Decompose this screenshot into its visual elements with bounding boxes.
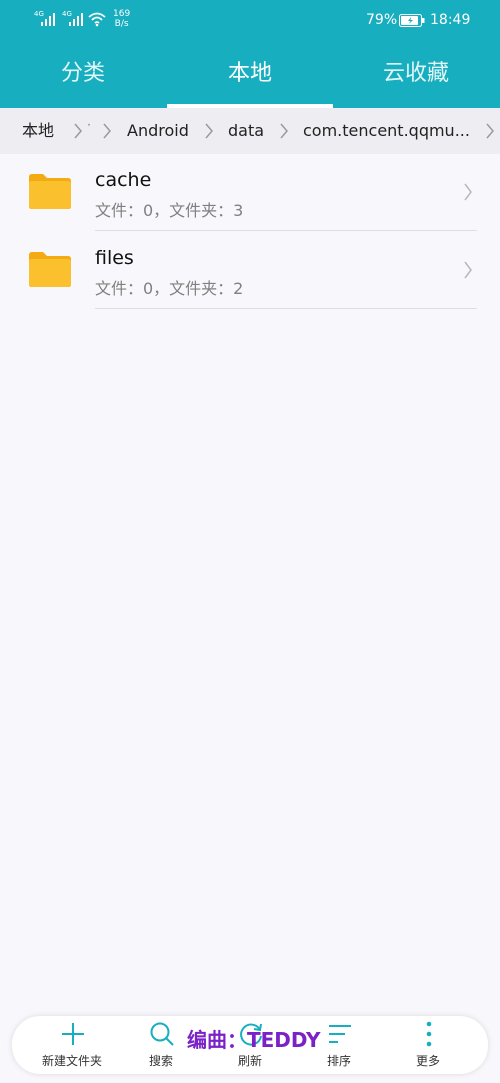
- network-speed: 169 B/s: [113, 9, 130, 29]
- chevron-right-icon: [464, 261, 472, 279]
- breadcrumb-item-local[interactable]: 本地: [22, 108, 54, 154]
- signal-icon: [41, 13, 55, 26]
- breadcrumb-item-data[interactable]: data: [228, 108, 264, 154]
- refresh-label: 刷新: [237, 1054, 262, 1068]
- file-name: files: [95, 247, 134, 269]
- breadcrumb-item-android[interactable]: Android: [127, 108, 189, 154]
- signal-icon: [69, 13, 83, 26]
- sort-label: 排序: [326, 1054, 351, 1068]
- breadcrumb-collapsed-icon[interactable]: ˙: [85, 108, 93, 154]
- battery-icon: [399, 14, 425, 27]
- status-bar: 4G 4G 169 B/s 79% 18:49: [0, 0, 500, 40]
- row-divider: [95, 230, 477, 231]
- file-meta: 文件：0，文件夹：3: [95, 201, 244, 220]
- sort-icon: [329, 1025, 351, 1043]
- chevron-right-icon: [280, 123, 288, 139]
- tab-local[interactable]: 本地: [167, 40, 333, 108]
- more-icon: [426, 1021, 432, 1047]
- chevron-right-icon: [103, 123, 111, 139]
- chevron-right-icon: [464, 183, 472, 201]
- tab-cloud-favorites[interactable]: 云收藏: [333, 40, 499, 108]
- tab-categories[interactable]: 分类: [0, 40, 166, 108]
- battery-percent: 79%: [366, 12, 398, 28]
- app-header: 4G 4G 169 B/s 79% 18:49 分类 本地 云收藏: [0, 0, 500, 108]
- more-button[interactable]: 更多: [383, 1016, 473, 1074]
- breadcrumb-item-package[interactable]: com.tencent.qqmu...: [303, 108, 470, 154]
- plus-icon: [62, 1023, 84, 1045]
- wifi-icon: [88, 12, 106, 27]
- folder-icon: [29, 252, 71, 287]
- network-speed-unit: B/s: [114, 19, 129, 29]
- file-meta: 文件：0，文件夹：2: [95, 279, 244, 298]
- new-folder-button[interactable]: 新建文件夹: [27, 1016, 117, 1074]
- row-divider: [95, 308, 477, 309]
- watermark-text: 编曲：TEDDY: [187, 1028, 321, 1052]
- search-label: 搜索: [148, 1054, 173, 1068]
- new-folder-label: 新建文件夹: [41, 1054, 102, 1068]
- search-icon: [150, 1022, 174, 1046]
- breadcrumb: 本地 ˙ Android data com.tencent.qqmu...: [0, 108, 500, 154]
- list-item[interactable]: cache 文件：0，文件夹：3: [0, 154, 500, 232]
- network-speed-value: 169: [113, 9, 131, 19]
- tab-bar: 分类 本地 云收藏: [0, 40, 500, 108]
- chevron-right-icon: [205, 123, 213, 139]
- clock: 18:49: [430, 12, 471, 28]
- list-item[interactable]: files 文件：0，文件夹：2: [0, 232, 500, 310]
- chevron-right-icon: [74, 123, 82, 139]
- folder-icon: [29, 174, 71, 209]
- file-name: cache: [95, 169, 152, 191]
- more-label: 更多: [415, 1054, 440, 1068]
- chevron-right-icon: [486, 123, 494, 139]
